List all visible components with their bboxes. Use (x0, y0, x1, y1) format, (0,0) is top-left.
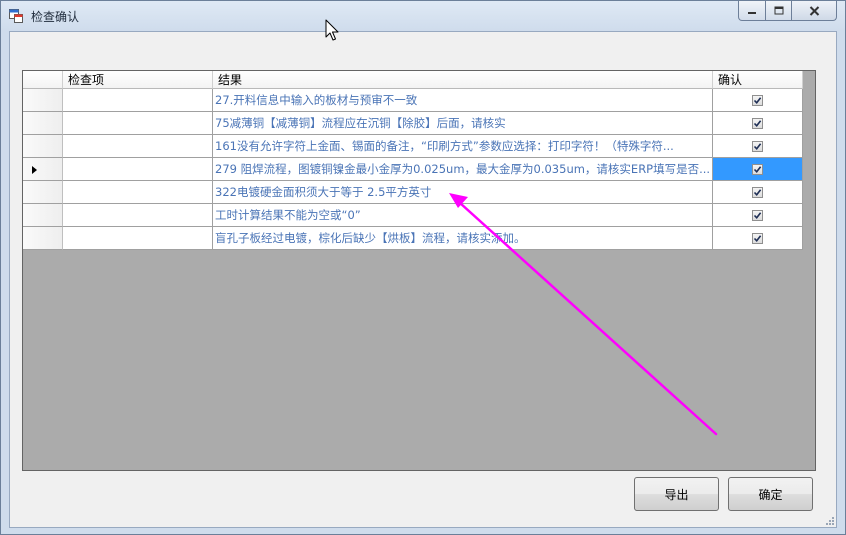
confirm-checkbox[interactable] (752, 94, 763, 106)
cell-item[interactable] (63, 112, 213, 135)
cell-confirm[interactable] (713, 227, 803, 250)
check-confirm-window: 检查确认 检查项 结果 确认 27.开料信息中输入的板材与预审不一致 75减薄铜… (0, 0, 846, 535)
table-row-selected[interactable]: 279 阻焊流程，图镀铜镍金最小金厚为0.025um，最大金厚为0.035um，… (23, 158, 803, 181)
table-row[interactable]: 盲孔子板经过电镀，棕化后缺少【烘板】流程，请核实添加。 (23, 227, 803, 250)
cell-item[interactable] (63, 158, 213, 181)
cell-confirm[interactable] (713, 135, 803, 158)
table-row[interactable]: 27.开料信息中输入的板材与预审不一致 (23, 89, 803, 112)
row-header-corner[interactable] (23, 71, 63, 89)
column-header-result[interactable]: 结果 (213, 71, 713, 89)
cell-item[interactable] (63, 181, 213, 204)
cell-confirm-selected[interactable] (713, 158, 803, 181)
minimize-icon (748, 11, 756, 14)
row-header[interactable] (23, 158, 63, 181)
export-button[interactable]: 导出 (634, 477, 719, 511)
confirm-checkbox[interactable] (752, 209, 763, 221)
cell-result[interactable]: 161没有允许字符上金面、锡面的备注，“印刷方式”参数应选择：打印字符！（特殊字… (213, 135, 713, 158)
cell-item[interactable] (63, 89, 213, 112)
table-row[interactable]: 322电镀硬金面积须大于等于 2.5平方英寸 (23, 181, 803, 204)
row-header[interactable] (23, 89, 63, 112)
close-icon (809, 5, 819, 16)
column-header-item[interactable]: 检查项 (63, 71, 213, 89)
check-results-grid[interactable]: 检查项 结果 确认 27.开料信息中输入的板材与预审不一致 75减薄铜【减薄铜】… (22, 70, 816, 471)
checkmark-icon (753, 188, 762, 196)
checkmark-icon (753, 96, 762, 104)
checkmark-icon (753, 165, 762, 173)
title-bar[interactable]: 检查确认 (1, 1, 845, 31)
ok-button[interactable]: 确定 (728, 477, 813, 511)
row-header[interactable] (23, 135, 63, 158)
cell-result[interactable]: 盲孔子板经过电镀，棕化后缺少【烘板】流程，请核实添加。 (213, 227, 713, 250)
cell-item[interactable] (63, 227, 213, 250)
cell-result[interactable]: 工时计算结果不能为空或“0” (213, 204, 713, 227)
checkmark-icon (753, 234, 762, 242)
maximize-icon (774, 6, 783, 15)
cell-result[interactable]: 27.开料信息中输入的板材与预审不一致 (213, 89, 713, 112)
confirm-checkbox[interactable] (752, 186, 763, 198)
row-header[interactable] (23, 227, 63, 250)
resize-grip-icon[interactable] (825, 516, 835, 526)
confirm-checkbox[interactable] (752, 140, 763, 152)
grid-header: 检查项 结果 确认 (23, 71, 803, 89)
minimize-button[interactable] (738, 1, 766, 21)
checkmark-icon (753, 142, 762, 150)
cell-confirm[interactable] (713, 112, 803, 135)
row-header[interactable] (23, 204, 63, 227)
cell-result[interactable]: 322电镀硬金面积须大于等于 2.5平方英寸 (213, 181, 713, 204)
row-header[interactable] (23, 112, 63, 135)
confirm-checkbox[interactable] (752, 232, 763, 244)
window-client-area: 检查项 结果 确认 27.开料信息中输入的板材与预审不一致 75减薄铜【减薄铜】… (9, 31, 837, 528)
table-row[interactable]: 工时计算结果不能为空或“0” (23, 204, 803, 227)
checkmark-icon (753, 211, 762, 219)
row-header[interactable] (23, 181, 63, 204)
cell-confirm[interactable] (713, 204, 803, 227)
cell-result[interactable]: 279 阻焊流程，图镀铜镍金最小金厚为0.025um，最大金厚为0.035um，… (213, 158, 713, 181)
cell-confirm[interactable] (713, 89, 803, 112)
close-button[interactable] (791, 1, 837, 21)
cell-item[interactable] (63, 204, 213, 227)
cell-result[interactable]: 75减薄铜【减薄铜】流程应在沉铜【除胶】后面，请核实 (213, 112, 713, 135)
window-title: 检查确认 (31, 10, 80, 24)
column-header-confirm[interactable]: 确认 (713, 71, 803, 89)
confirm-checkbox[interactable] (752, 163, 763, 175)
maximize-button[interactable] (765, 1, 792, 21)
table-row[interactable]: 75减薄铜【减薄铜】流程应在沉铜【除胶】后面，请核实 (23, 112, 803, 135)
table-row[interactable]: 161没有允许字符上金面、锡面的备注，“印刷方式”参数应选择：打印字符！（特殊字… (23, 135, 803, 158)
confirm-checkbox[interactable] (752, 117, 763, 129)
cell-item[interactable] (63, 135, 213, 158)
app-window-icon (9, 9, 23, 23)
checkmark-icon (753, 119, 762, 127)
cell-confirm[interactable] (713, 181, 803, 204)
current-row-arrow-icon (32, 166, 37, 174)
